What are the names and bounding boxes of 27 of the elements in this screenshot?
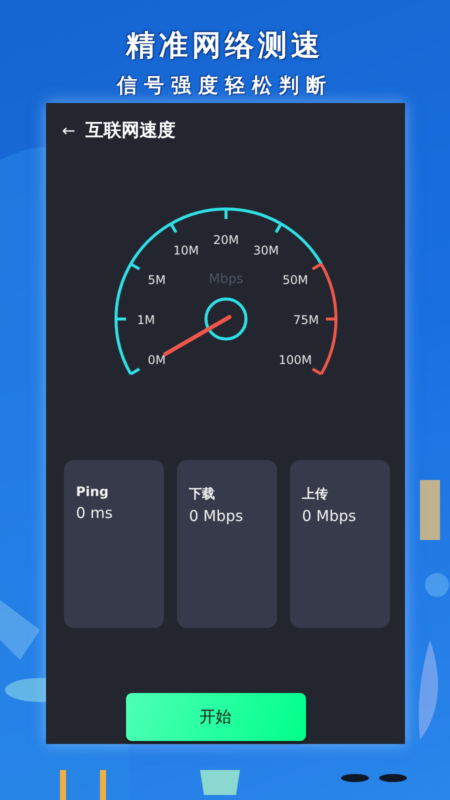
gauge-label: 30M: [253, 244, 279, 258]
paper-drawing: [0, 600, 40, 660]
headline: 精准网络测速: [126, 27, 324, 64]
gauge-label: 20M: [213, 233, 239, 247]
screen-title: 互联网速度: [85, 119, 176, 142]
stat-label: 上传: [302, 486, 329, 503]
shoes-drawing: [341, 774, 407, 782]
gauge-label: 5M: [148, 273, 166, 287]
gauge-label: 50M: [282, 273, 308, 287]
gauge-label: 0M: [148, 353, 166, 367]
stat-value: 0 Mbps: [189, 507, 244, 525]
gauge-label: 100M: [278, 353, 312, 367]
stat-value: 0 ms: [76, 504, 114, 522]
gauge-label: 10M: [173, 244, 199, 258]
start-button[interactable]: 开始: [126, 693, 306, 741]
gauge-arc: [320, 318, 338, 375]
gauge-hub: [204, 298, 248, 340]
gauge-label: 75M: [293, 313, 319, 327]
vase-drawing: [200, 770, 240, 795]
subheadline: 信号强度轻松判断: [117, 72, 333, 99]
stat-label: Ping: [76, 485, 110, 500]
stat-label: 下载: [189, 486, 216, 503]
back-button[interactable]: ←: [62, 120, 76, 140]
stat-value: 0 Mbps: [302, 507, 358, 525]
gauge-needle: [163, 315, 232, 356]
gauge-label: 1M: [137, 313, 155, 327]
gauge-arc: [114, 318, 132, 375]
